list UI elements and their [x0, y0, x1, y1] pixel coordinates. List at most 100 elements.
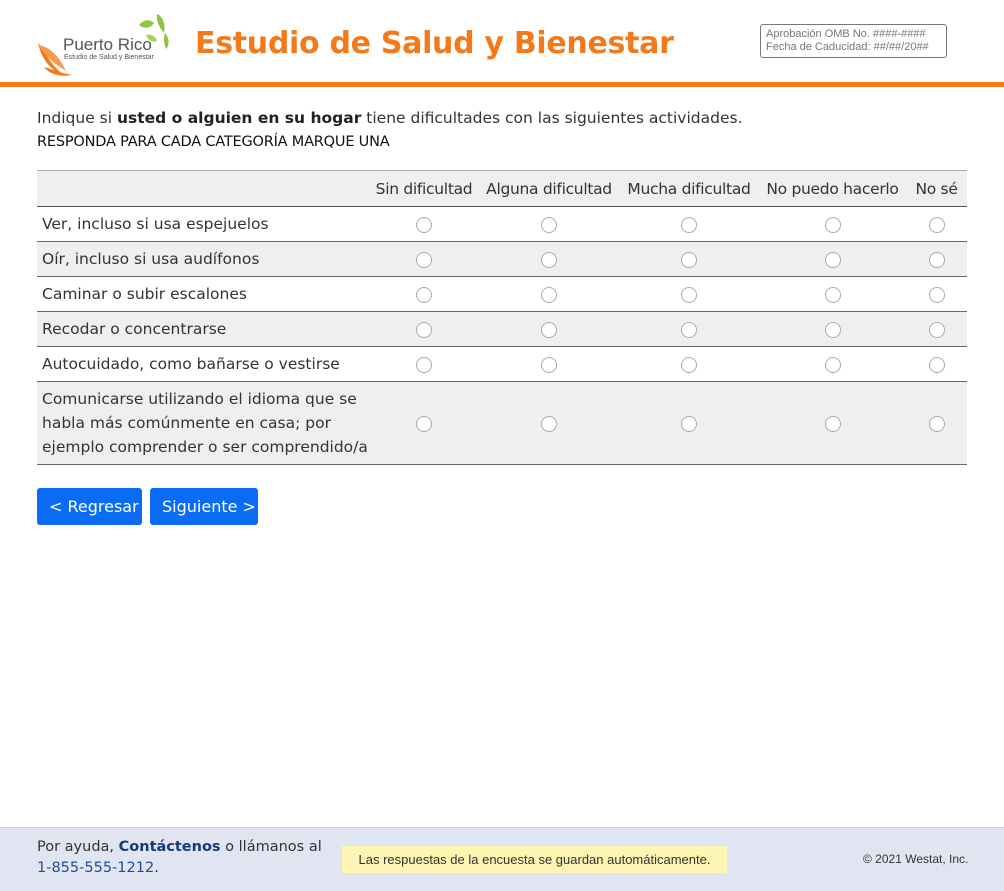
- help-middle: o llámanos al: [220, 839, 322, 855]
- puerto-rico-logo: Puerto Rico Estudio de Salud y Bienestar: [36, 11, 176, 79]
- radio-cell: [906, 276, 967, 312]
- radio-button[interactable]: [824, 216, 841, 233]
- radio-button[interactable]: [928, 286, 945, 303]
- radio-cell: [369, 276, 479, 312]
- header: Puerto Rico Estudio de Salud y Bienestar…: [0, 0, 1004, 87]
- column-mucha-dificultad: Mucha dificultad: [619, 170, 759, 207]
- radio-button[interactable]: [824, 286, 841, 303]
- radio-cell: [759, 311, 906, 347]
- radio-cell: [369, 311, 479, 347]
- back-button[interactable]: < Regresar: [37, 488, 142, 525]
- radio-cell: [759, 206, 906, 242]
- omb-expiration: Fecha de Caducidad: ##/##/20##: [766, 41, 929, 53]
- radio-button[interactable]: [541, 356, 557, 373]
- omb-approval-box: Aprobación OMB No. ####-#### Fecha de Ca…: [760, 24, 947, 58]
- radio-cell: [369, 206, 479, 242]
- radio-cell: [479, 206, 619, 242]
- radio-button[interactable]: [928, 321, 945, 338]
- radio-cell: [479, 381, 619, 465]
- radio-button[interactable]: [928, 251, 945, 268]
- radio-cell: [759, 346, 906, 382]
- autosave-notice: Las respuestas de la encuesta se guardan…: [342, 846, 727, 873]
- question-instruction: RESPONDA PARA CADA CATEGORÍA MARQUE UNA: [37, 134, 390, 150]
- radio-cell: [619, 381, 759, 465]
- contact-link[interactable]: Contáctenos: [119, 839, 221, 855]
- radio-button[interactable]: [541, 286, 557, 303]
- radio-cell: [479, 276, 619, 312]
- radio-cell: [906, 311, 967, 347]
- radio-cell: [369, 241, 479, 277]
- question-emphasis: usted o alguien en su hogar: [116, 109, 362, 127]
- radio-button[interactable]: [928, 415, 945, 432]
- radio-button[interactable]: [416, 356, 432, 373]
- table-row: Recodar o concentrarse: [37, 311, 967, 347]
- footer: Por ayuda, Contáctenos o llámanos al 1-8…: [0, 827, 1004, 891]
- radio-cell: [759, 241, 906, 277]
- radio-cell: [906, 346, 967, 382]
- copyright: © 2021 Westat, Inc.: [863, 852, 969, 866]
- column-no-se: No sé: [906, 170, 967, 207]
- row-label: Ver, incluso si usa espejuelos: [37, 206, 369, 242]
- radio-cell: [906, 381, 967, 465]
- row-label: Autocuidado, como bañarse o vestirse: [37, 346, 369, 382]
- radio-button[interactable]: [416, 321, 432, 338]
- next-button[interactable]: Siguiente >: [150, 488, 258, 525]
- radio-cell: [479, 346, 619, 382]
- radio-cell: [906, 206, 967, 242]
- radio-button[interactable]: [928, 356, 945, 373]
- radio-button[interactable]: [541, 216, 557, 233]
- logo-text: Puerto Rico: [63, 35, 152, 54]
- question-text: Indique si usted o alguien en su hogar t…: [37, 109, 743, 127]
- question-text-start: Indique si: [37, 109, 117, 127]
- radio-cell: [759, 381, 906, 465]
- radio-button[interactable]: [541, 321, 557, 338]
- table-row: Comunicarse utilizando el idioma que se …: [37, 381, 967, 465]
- radio-button[interactable]: [681, 286, 697, 303]
- site-title: Estudio de Salud y Bienestar: [195, 26, 674, 61]
- logo-subtext: Estudio de Salud y Bienestar: [64, 54, 154, 61]
- row-label: Oír, incluso si usa audífonos: [37, 241, 369, 277]
- radio-button[interactable]: [824, 321, 841, 338]
- radio-button[interactable]: [681, 415, 697, 432]
- radio-button[interactable]: [681, 356, 697, 373]
- omb-number: Aprobación OMB No. ####-####: [766, 28, 926, 40]
- radio-button[interactable]: [416, 251, 432, 268]
- radio-button[interactable]: [824, 356, 841, 373]
- table-row: Ver, incluso si usa espejuelos: [37, 206, 967, 242]
- radio-button[interactable]: [928, 216, 945, 233]
- table-row: Caminar o subir escalones: [37, 276, 967, 312]
- radio-cell: [619, 206, 759, 242]
- column-sin-dificultad: Sin dificultad: [369, 170, 479, 207]
- table-row: Oír, incluso si usa audífonos: [37, 241, 967, 277]
- phone-link[interactable]: 1-855-555-1212: [37, 860, 154, 876]
- radio-cell: [906, 241, 967, 277]
- radio-button[interactable]: [416, 415, 432, 432]
- radio-button[interactable]: [681, 321, 697, 338]
- row-label: Comunicarse utilizando el idioma que se …: [37, 381, 369, 465]
- radio-cell: [369, 346, 479, 382]
- radio-button[interactable]: [416, 216, 432, 233]
- radio-cell: [479, 241, 619, 277]
- radio-cell: [619, 311, 759, 347]
- radio-button[interactable]: [416, 286, 432, 303]
- radio-button[interactable]: [681, 251, 697, 268]
- radio-cell: [619, 276, 759, 312]
- radio-button[interactable]: [541, 251, 557, 268]
- radio-cell: [619, 346, 759, 382]
- radio-cell: [479, 311, 619, 347]
- table-row: Autocuidado, como bañarse o vestirse: [37, 346, 967, 382]
- column-alguna-dificultad: Alguna dificultad: [479, 170, 619, 207]
- help-text: Por ayuda, Contáctenos o llámanos al: [37, 839, 322, 855]
- radio-button[interactable]: [541, 415, 557, 432]
- radio-button[interactable]: [681, 216, 697, 233]
- phone-suffix: .: [154, 860, 159, 876]
- difficulty-grid: Sin dificultad Alguna dificultad Mucha d…: [37, 170, 967, 465]
- row-label: Caminar o subir escalones: [37, 276, 369, 312]
- help-prefix: Por ayuda,: [37, 839, 119, 855]
- radio-button[interactable]: [824, 251, 841, 268]
- radio-cell: [619, 241, 759, 277]
- row-label: Recodar o concentrarse: [37, 311, 369, 347]
- radio-cell: [759, 276, 906, 312]
- grid-header-blank: [37, 170, 369, 207]
- radio-button[interactable]: [824, 415, 841, 432]
